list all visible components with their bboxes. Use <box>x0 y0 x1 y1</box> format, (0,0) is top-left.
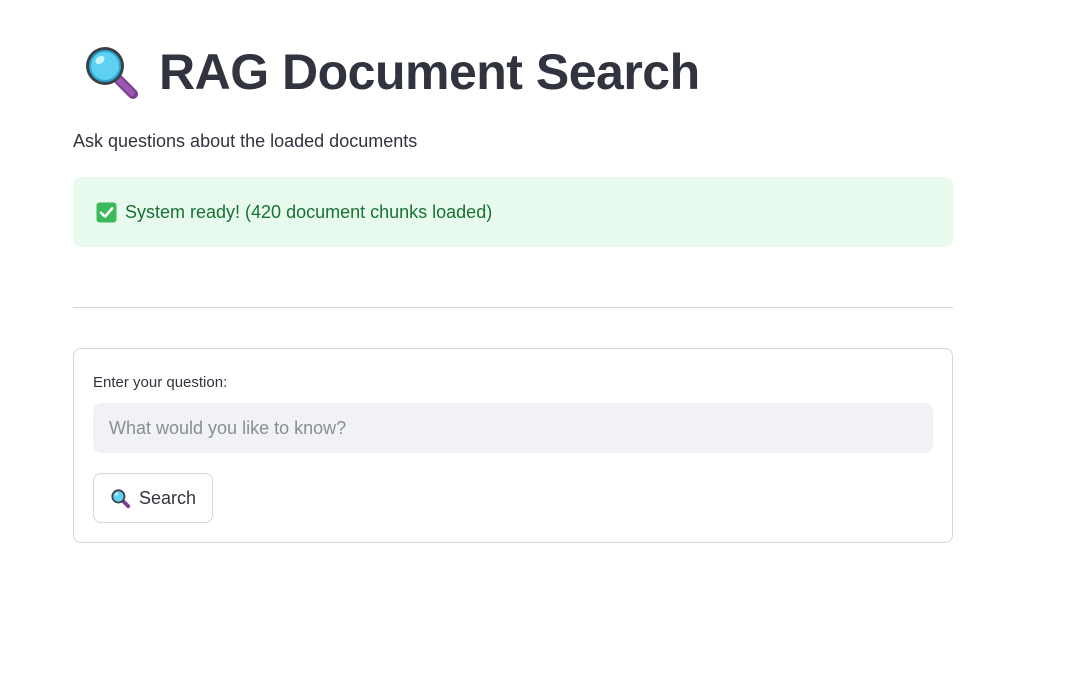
question-input[interactable] <box>93 403 933 453</box>
divider <box>73 307 953 308</box>
magnifying-glass-icon <box>111 488 131 508</box>
page-header: RAG Document Search <box>81 40 700 104</box>
status-message: System ready! (420 document chunks loade… <box>125 202 493 222</box>
page-subtitle: Ask questions about the loaded documents <box>73 131 418 151</box>
question-label: Enter your question: <box>93 374 228 391</box>
question-form: Enter your question: Search <box>73 348 953 543</box>
search-button[interactable]: Search <box>93 473 213 523</box>
page-title: RAG Document Search <box>159 44 700 100</box>
status-alert: System ready! (420 document chunks loade… <box>73 177 953 247</box>
magnifying-glass-icon <box>86 47 138 99</box>
search-button-label: Search <box>138 488 197 508</box>
check-mark-icon <box>96 202 117 222</box>
